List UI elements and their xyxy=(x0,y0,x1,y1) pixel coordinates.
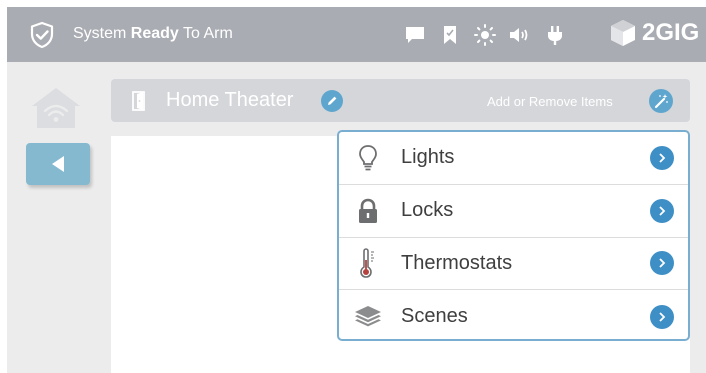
menu-item-lights[interactable]: Lights xyxy=(339,132,688,185)
menu-item-label: Locks xyxy=(401,199,454,222)
lightbulb-icon xyxy=(353,143,383,173)
menu-item-thermostats[interactable]: Thermostats xyxy=(339,238,688,291)
room-name: Home Theater xyxy=(166,89,294,111)
brand-name: 2GIG xyxy=(642,19,700,46)
thermometer-icon xyxy=(353,248,383,279)
message-icon[interactable] xyxy=(402,22,428,48)
top-status-bar: System Ready To Arm 2GIG xyxy=(7,7,706,62)
chevron-right-icon[interactable] xyxy=(650,145,674,170)
2gig-logo: 2GIG xyxy=(608,18,699,48)
system-status-text: System Ready To Arm xyxy=(73,25,233,43)
pencil-icon xyxy=(328,96,337,105)
shield-check-icon xyxy=(30,21,54,49)
volume-icon[interactable] xyxy=(507,22,533,48)
menu-item-label: Thermostats xyxy=(401,251,513,274)
bookmark-icon[interactable] xyxy=(437,22,463,48)
chevron-right-icon[interactable] xyxy=(650,198,674,223)
device-category-menu: Lights Locks Thermostats Scenes xyxy=(337,130,690,341)
magic-wand-icon xyxy=(654,94,668,109)
status-bold: Ready xyxy=(130,25,179,42)
menu-item-label: Lights xyxy=(401,146,455,169)
room-door-icon xyxy=(132,91,145,111)
room-header-bar: Home Theater Add or Remove Items xyxy=(111,79,690,122)
padlock-icon xyxy=(353,196,383,226)
cube-logo-icon xyxy=(611,20,635,46)
menu-item-locks[interactable]: Locks xyxy=(339,185,688,238)
chevron-right-icon[interactable] xyxy=(650,304,674,329)
status-prefix: System xyxy=(73,25,131,42)
status-suffix: To Arm xyxy=(178,25,233,42)
add-remove-label: Add or Remove Items xyxy=(487,94,613,109)
layers-icon xyxy=(353,302,383,332)
edit-room-button[interactable] xyxy=(321,90,343,112)
add-remove-items-button[interactable] xyxy=(649,89,673,113)
home-wifi-icon[interactable] xyxy=(30,86,82,130)
brightness-icon[interactable] xyxy=(472,22,498,48)
menu-item-scenes[interactable]: Scenes xyxy=(339,290,688,339)
chevron-right-icon[interactable] xyxy=(650,251,674,276)
status-icons xyxy=(402,21,577,49)
menu-item-label: Scenes xyxy=(401,305,468,328)
back-button[interactable] xyxy=(26,143,90,185)
power-plug-icon[interactable] xyxy=(542,22,568,48)
back-arrow-icon xyxy=(52,156,64,172)
